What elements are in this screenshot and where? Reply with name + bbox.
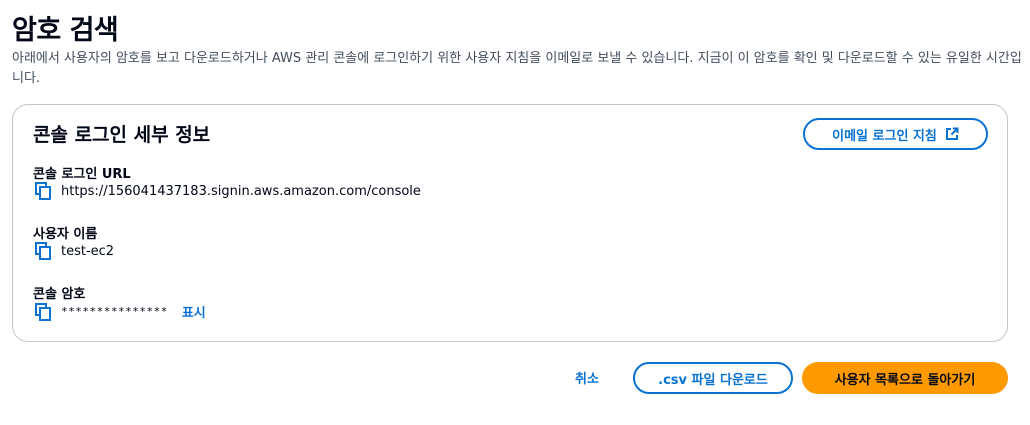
console-signin-details-panel: 콘솔 로그인 세부 정보 이메일 로그인 지침 콘솔 로그인 URL https…: [12, 104, 1008, 342]
panel-title: 콘솔 로그인 세부 정보: [33, 124, 211, 146]
return-to-users-list-button[interactable]: 사용자 목록으로 돌아가기: [802, 362, 1008, 394]
console-password-row: *************** 표시: [35, 302, 206, 321]
console-url-label: 콘솔 로그인 URL: [33, 167, 131, 182]
username-value: test-ec2: [61, 243, 115, 259]
email-signin-instructions-button[interactable]: 이메일 로그인 지침: [803, 118, 988, 150]
external-link-icon: [945, 127, 959, 141]
username-row: test-ec2: [35, 242, 114, 260]
copy-icon[interactable]: [35, 182, 51, 200]
copy-icon[interactable]: [35, 302, 51, 321]
show-password-link[interactable]: 표시: [182, 302, 206, 321]
copy-icon[interactable]: [35, 242, 51, 260]
masked-password: ***************: [61, 305, 168, 318]
console-password-label: 콘솔 암호: [33, 287, 86, 302]
download-csv-button[interactable]: .csv 파일 다운로드: [633, 362, 793, 394]
console-url-row: https://156041437183.signin.aws.amazon.c…: [35, 182, 421, 200]
page-description: 아래에서 사용자의 암호를 보고 다운로드하거나 AWS 관리 콘솔에 로그인하…: [12, 51, 1022, 86]
console-url-value: https://156041437183.signin.aws.amazon.c…: [61, 183, 421, 199]
username-label: 사용자 이름: [33, 227, 98, 242]
email-button-label: 이메일 로그인 지침: [832, 128, 937, 144]
cancel-button[interactable]: 취소: [575, 368, 599, 387]
retrieve-password-page: 암호 검색 아래에서 사용자의 암호를 보고 다운로드하거나 AWS 관리 콘솔…: [0, 0, 1030, 425]
page-title: 암호 검색: [12, 15, 119, 46]
